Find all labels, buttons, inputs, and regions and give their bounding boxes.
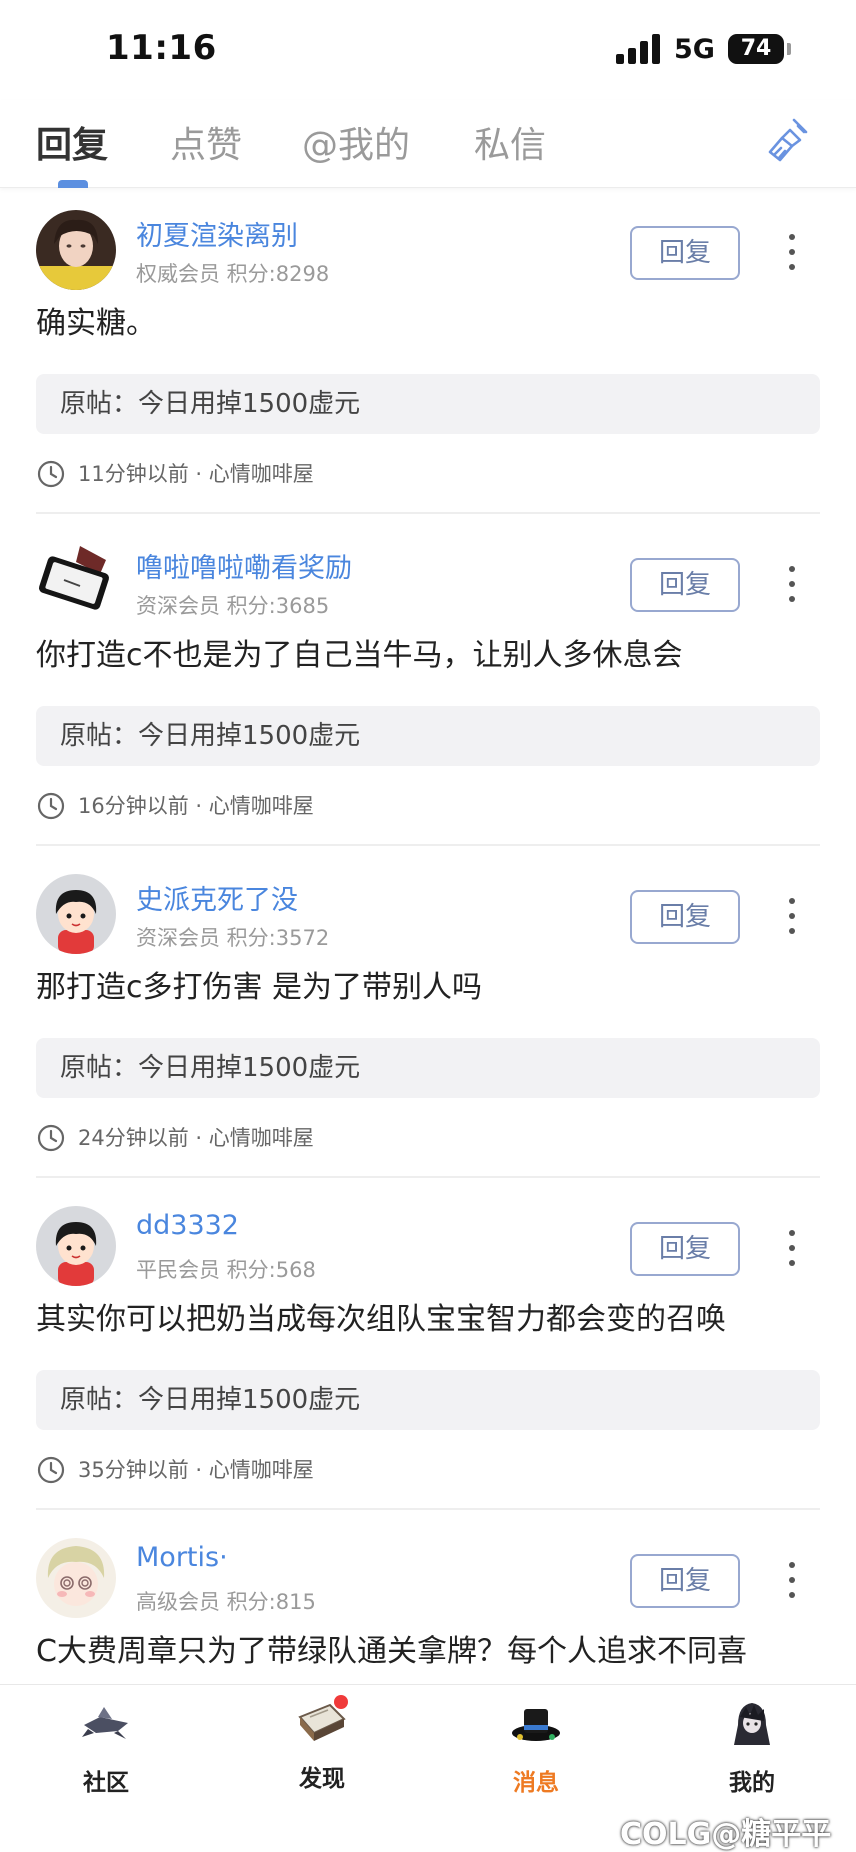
default-cartoon-avatar[interactable] bbox=[36, 1206, 116, 1286]
default-cartoon-avatar[interactable] bbox=[36, 874, 116, 954]
clock-icon bbox=[37, 1456, 65, 1484]
nav-label: 消息 bbox=[513, 1770, 559, 1796]
tab-replies[interactable]: 回复 bbox=[36, 116, 108, 168]
nav-messages[interactable]: 消息 bbox=[466, 1695, 606, 1797]
reply-content: C大费周章只为了带绿队通关拿牌？每个人追求不同喜 bbox=[36, 1634, 747, 1669]
phone-hand-avatar[interactable] bbox=[36, 542, 116, 622]
clock-icon bbox=[37, 1124, 65, 1152]
user-rank-points: 资深会员 积分:3685 bbox=[136, 594, 330, 618]
more-options-icon[interactable] bbox=[780, 1224, 804, 1272]
girl-photo-avatar[interactable] bbox=[36, 210, 116, 290]
more-options-icon[interactable] bbox=[780, 228, 804, 276]
nav-icon-wrap bbox=[294, 1695, 350, 1751]
original-post-link[interactable]: 原帖：今日用掉1500虚元 bbox=[36, 1370, 820, 1430]
status-time: 11:16 bbox=[106, 28, 217, 68]
divider bbox=[36, 1508, 820, 1510]
reply-content: 其实你可以把奶当成每次组队宝宝智力都会变的召唤 bbox=[36, 1302, 726, 1337]
anime-spiral-eyes-avatar[interactable] bbox=[36, 1538, 116, 1618]
watermark: COLG@糖平平 bbox=[620, 1817, 832, 1852]
network-type: 5G bbox=[674, 34, 715, 65]
reply-content: 确实糖。 bbox=[36, 306, 156, 341]
message-icon bbox=[512, 1709, 560, 1741]
time-and-forum[interactable]: 35分钟以前 · 心情咖啡屋 bbox=[78, 1454, 314, 1486]
reply-button[interactable]: 回复 bbox=[630, 226, 740, 280]
active-tab-indicator bbox=[58, 180, 88, 188]
nav-label: 发现 bbox=[299, 1766, 345, 1792]
nav-label: 我的 bbox=[729, 1770, 775, 1796]
profile-icon bbox=[734, 1703, 770, 1745]
reply-card: 初夏渲染离别 权威会员 积分:8298 回复 确实糖。 原帖：今日用掉1500虚… bbox=[0, 190, 856, 522]
nav-community[interactable]: 社区 bbox=[36, 1695, 176, 1797]
time-and-forum[interactable]: 16分钟以前 · 心情咖啡屋 bbox=[78, 790, 314, 822]
clock-icon bbox=[37, 792, 65, 820]
divider bbox=[36, 1176, 820, 1178]
reply-button[interactable]: 回复 bbox=[630, 1222, 740, 1276]
notification-badge bbox=[334, 1695, 348, 1709]
username[interactable]: 初夏渲染离别 bbox=[136, 214, 298, 253]
nav-profile[interactable]: 我的 bbox=[682, 1695, 822, 1797]
battery-icon: 74 bbox=[728, 34, 784, 64]
bottom-navigation: 社区 发现 消息 我的 COLG@糖平平 bbox=[0, 1684, 856, 1852]
clock-icon bbox=[37, 460, 65, 488]
divider bbox=[36, 844, 820, 846]
user-rank-points: 资深会员 积分:3572 bbox=[136, 926, 330, 950]
tab-mentions[interactable]: @我的 bbox=[302, 116, 410, 168]
reply-content: 那打造c多打伤害 是为了带别人吗 bbox=[36, 970, 483, 1005]
more-options-icon[interactable] bbox=[780, 560, 804, 608]
user-rank-points: 权威会员 积分:8298 bbox=[136, 262, 330, 286]
broom-clear-icon[interactable] bbox=[764, 116, 812, 164]
reply-card: dd3332 平民会员 积分:568 回复 其实你可以把奶当成每次组队宝宝智力都… bbox=[0, 1186, 856, 1518]
original-post-link[interactable]: 原帖：今日用掉1500虚元 bbox=[36, 374, 820, 434]
reply-card: 噜啦噜啦嘞看奖励 资深会员 积分:3685 回复 你打造c不也是为了自己当牛马，… bbox=[0, 522, 856, 854]
signal-icon bbox=[616, 34, 662, 64]
community-icon bbox=[82, 1707, 128, 1739]
more-options-icon[interactable] bbox=[780, 892, 804, 940]
more-options-icon[interactable] bbox=[780, 1556, 804, 1604]
nav-label: 社区 bbox=[83, 1770, 129, 1796]
reply-feed: 初夏渲染离别 权威会员 积分:8298 回复 确实糖。 原帖：今日用掉1500虚… bbox=[0, 190, 856, 1684]
username[interactable]: Mortis· bbox=[136, 1542, 228, 1573]
nav-discover[interactable]: 发现 bbox=[252, 1695, 392, 1793]
reply-button[interactable]: 回复 bbox=[630, 558, 740, 612]
username[interactable]: 噜啦噜啦嘞看奖励 bbox=[136, 546, 352, 585]
username[interactable]: dd3332 bbox=[136, 1210, 239, 1241]
battery-cap bbox=[787, 43, 791, 55]
reply-card: 史派克死了没 资深会员 积分:3572 回复 那打造c多打伤害 是为了带别人吗 … bbox=[0, 854, 856, 1186]
user-rank-points: 高级会员 积分:815 bbox=[136, 1590, 316, 1614]
tab-likes[interactable]: 点赞 bbox=[170, 116, 242, 168]
reply-content: 你打造c不也是为了自己当牛马，让别人多休息会 bbox=[36, 638, 683, 673]
username[interactable]: 史派克死了没 bbox=[136, 878, 298, 917]
divider bbox=[36, 512, 820, 514]
time-and-forum[interactable]: 11分钟以前 · 心情咖啡屋 bbox=[78, 458, 314, 490]
message-tabs: 回复 点赞 @我的 私信 bbox=[0, 100, 856, 188]
original-post-link[interactable]: 原帖：今日用掉1500虚元 bbox=[36, 706, 820, 766]
reply-card: Mortis· 高级会员 积分:815 回复 C大费周章只为了带绿队通关拿牌？每… bbox=[0, 1518, 856, 1684]
reply-button[interactable]: 回复 bbox=[630, 1554, 740, 1608]
reply-button[interactable]: 回复 bbox=[630, 890, 740, 944]
status-bar: 11:16 5G 74 bbox=[0, 0, 856, 100]
original-post-link[interactable]: 原帖：今日用掉1500虚元 bbox=[36, 1038, 820, 1098]
time-and-forum[interactable]: 24分钟以前 · 心情咖啡屋 bbox=[78, 1122, 314, 1154]
tab-private-messages[interactable]: 私信 bbox=[474, 116, 546, 168]
user-rank-points: 平民会员 积分:568 bbox=[136, 1258, 316, 1282]
